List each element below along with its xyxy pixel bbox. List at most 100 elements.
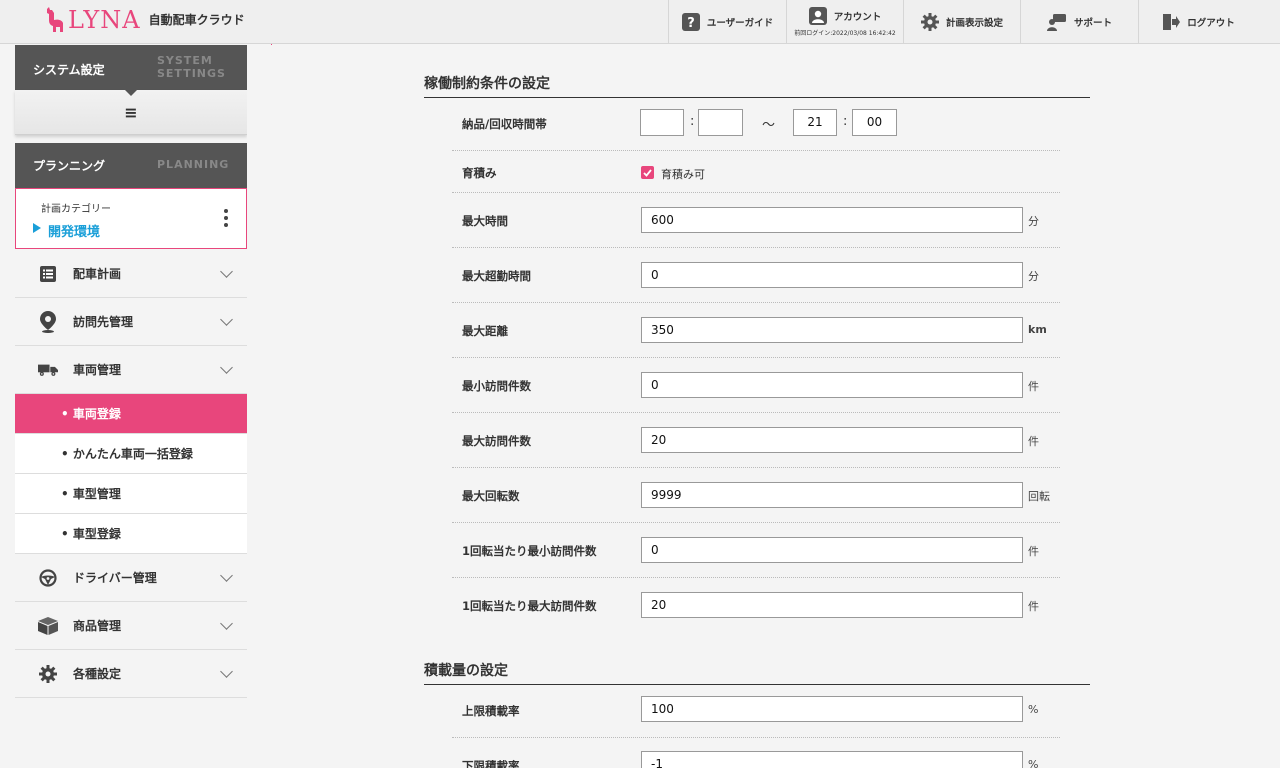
sidebar-item-products[interactable]: 商品管理 (15, 602, 247, 650)
sidebar-item-label: 訪問先管理 (73, 315, 134, 329)
support-label: サポート (1073, 18, 1112, 29)
field-unit: 件 (1028, 435, 1039, 448)
field-unit: 件 (1028, 380, 1039, 393)
field-label: 最大時間 (462, 214, 508, 228)
sidebar-subitem-bulk-register[interactable]: • かんたん車両一括登録 (15, 434, 247, 474)
chevron-down-icon (220, 265, 233, 278)
sidebar-item-drivers[interactable]: ドライバー管理 (15, 554, 247, 602)
form-row-max-time: 最大時間 600 分 (452, 193, 1060, 248)
svg-text:?: ? (687, 16, 695, 31)
chevron-down-icon (220, 665, 233, 678)
max-distance-input[interactable]: 350 (641, 317, 1023, 343)
kebab-menu-icon[interactable] (224, 209, 228, 227)
system-settings-title: システム設定 (33, 63, 105, 77)
start-minute-input[interactable] (698, 109, 743, 136)
check-icon (643, 168, 652, 177)
form-row-min-visits: 最小訪問件数 0 件 (452, 358, 1060, 413)
truck-icon (38, 360, 58, 380)
sidebar: システム設定 SYSTEM SETTINGS ≡ プランニング PLANNING… (0, 45, 247, 768)
min-load-rate-input[interactable]: -1 (641, 751, 1023, 768)
max-rotations-input[interactable]: 9999 (641, 482, 1023, 508)
max-time-input[interactable]: 600 (641, 207, 1023, 233)
plan-category-value: 開発環境 (48, 225, 101, 240)
main-content: 稼働制約条件の設定 納品/回収時間帯 : ～ 21 : 00 育積み 育積み可 … (247, 45, 1280, 768)
account-button[interactable]: アカウント 前回ログイン:2022/03/08 16:42:42 (786, 0, 903, 44)
time-separator: : (690, 114, 695, 129)
planning-subtitle: PLANNING (157, 158, 230, 171)
form-row-max-visits-per-rotation: 1回転当たり最大訪問件数 20 件 (452, 578, 1060, 633)
user-guide-label: ユーザーガイド (706, 18, 774, 29)
menu-toggle-button[interactable]: ≡ (15, 90, 247, 135)
form-row-stacking: 育積み 育積み可 (452, 151, 1060, 193)
sidebar-subitem-vehicle-type-manage[interactable]: • 車型管理 (15, 474, 247, 514)
min-visits-input[interactable]: 0 (641, 372, 1023, 398)
user-guide-button[interactable]: ? ユーザーガイド (668, 0, 786, 44)
min-visits-per-rotation-input[interactable]: 0 (641, 537, 1023, 563)
sidebar-item-dispatch-plan[interactable]: 配車計画 (15, 250, 247, 298)
logout-button[interactable]: ログアウト (1138, 0, 1258, 44)
form-row-max-load-rate: 上限積載率 100 % (452, 683, 1060, 738)
display-settings-label: 計画表示設定 (945, 18, 1003, 29)
sidebar-item-settings[interactable]: 各種設定 (15, 650, 247, 698)
field-unit: % (1028, 758, 1039, 768)
system-settings-header[interactable]: システム設定 SYSTEM SETTINGS (15, 45, 247, 90)
form-row-time-window: 納品/回収時間帯 : ～ 21 : 00 (452, 96, 1060, 151)
brand-name: LYNA (68, 6, 141, 34)
start-hour-input[interactable] (640, 109, 684, 136)
box-icon (38, 616, 58, 636)
field-label: 下限積載率 (462, 759, 520, 768)
time-separator: : (843, 114, 848, 129)
field-label: 育積み (462, 166, 497, 180)
max-visits-input[interactable]: 20 (641, 427, 1023, 453)
map-pin-icon (38, 311, 58, 333)
max-load-rate-input[interactable]: 100 (641, 696, 1023, 722)
section-title-operation-constraints: 稼働制約条件の設定 (424, 73, 1090, 98)
logout-icon (1162, 13, 1181, 31)
end-hour-input[interactable]: 21 (793, 109, 837, 136)
form-row-max-overtime: 最大超勤時間 0 分 (452, 248, 1060, 303)
stacking-checkbox[interactable] (641, 166, 654, 179)
steering-wheel-icon (38, 568, 58, 588)
max-overtime-input[interactable]: 0 (641, 262, 1023, 288)
sidebar-item-destinations[interactable]: 訪問先管理 (15, 298, 247, 346)
field-label: 上限積載率 (462, 704, 520, 718)
display-settings-button[interactable]: 計画表示設定 (903, 0, 1020, 44)
hamburger-icon: ≡ (124, 102, 138, 122)
form-row-max-visits: 最大訪問件数 20 件 (452, 413, 1060, 468)
sidebar-item-label: 配車計画 (73, 267, 122, 281)
field-unit: 件 (1028, 600, 1039, 613)
llama-logo-icon (44, 7, 66, 33)
account-icon (808, 7, 827, 25)
chevron-down-icon (220, 569, 233, 582)
logout-label: ログアウト (1187, 18, 1235, 29)
gear-icon (920, 13, 939, 31)
sidebar-menu: 配車計画 訪問先管理 車両管理 • 車両登録 • かんたん車両一括登録 • 車型… (15, 250, 247, 698)
form-row-min-visits-per-rotation: 1回転当たり最小訪問件数 0 件 (452, 523, 1060, 578)
support-icon (1046, 13, 1067, 31)
sidebar-item-label: 商品管理 (73, 619, 122, 633)
stacking-checkbox-label: 育積み可 (661, 168, 705, 181)
sidebar-item-vehicles[interactable]: 車両管理 (15, 346, 247, 394)
chevron-down-icon (220, 361, 233, 374)
sidebar-subitem-vehicle-type-register[interactable]: • 車型登録 (15, 514, 247, 554)
help-icon: ? (681, 13, 700, 31)
max-visits-per-rotation-input[interactable]: 20 (641, 592, 1023, 618)
field-label: 納品/回収時間帯 (462, 117, 547, 131)
plan-category[interactable]: 計画カテゴリー 開発環境 (15, 188, 247, 249)
planning-header: プランニング PLANNING (15, 143, 247, 188)
planning-title: プランニング (33, 159, 106, 173)
support-button[interactable]: サポート (1020, 0, 1138, 44)
sidebar-subitem-vehicle-register[interactable]: • 車両登録 (15, 394, 247, 434)
logo[interactable]: LYNA 自動配車クラウド (44, 6, 245, 34)
chevron-down-icon (220, 617, 233, 630)
chevron-down-icon (220, 313, 233, 326)
field-unit: 回転 (1028, 490, 1050, 503)
end-minute-input[interactable]: 00 (852, 109, 897, 136)
field-unit: 分 (1028, 270, 1039, 283)
sidebar-item-label: 車両管理 (73, 363, 122, 377)
plan-category-label: 計画カテゴリー (41, 204, 111, 215)
form-row-min-load-rate: 下限積載率 -1 % (452, 738, 1060, 768)
field-unit: 件 (1028, 545, 1039, 558)
field-label: 1回転当たり最小訪問件数 (462, 544, 597, 558)
field-label: 最大超勤時間 (462, 269, 531, 283)
